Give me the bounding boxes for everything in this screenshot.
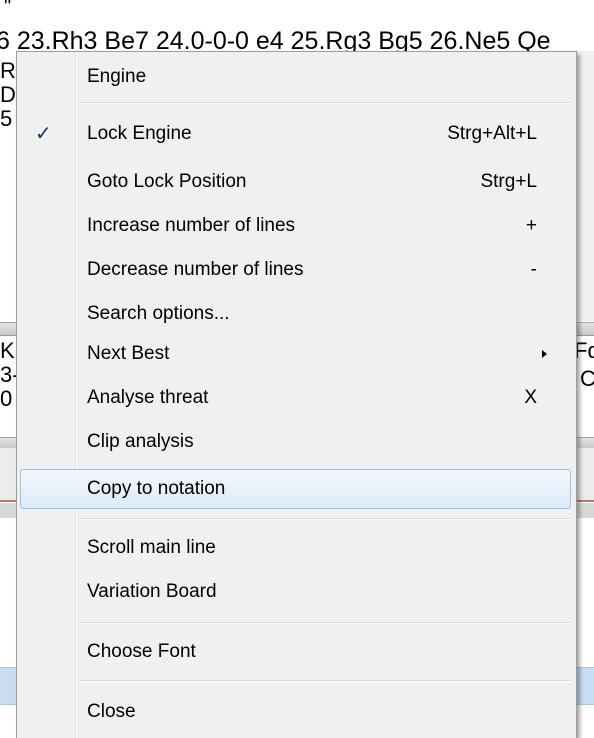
menu-item-copy-to-notation[interactable]: Copy to notation xyxy=(20,469,571,509)
menu-item-shortcut: Strg+L xyxy=(480,171,537,192)
menu-item-goto-lock-position[interactable]: Goto Lock Position Strg+L xyxy=(20,164,571,200)
menu-item-label: Analyse threat xyxy=(87,387,209,408)
menu-item-label: Lock Engine xyxy=(87,123,192,144)
menu-item-engine[interactable]: Engine xyxy=(20,59,571,95)
menu-separator xyxy=(79,102,571,103)
menu-item-shortcut: - xyxy=(530,259,537,280)
menu-item-label: Variation Board xyxy=(87,581,217,602)
menu-separator xyxy=(79,518,571,519)
menu-item-choose-font[interactable]: Choose Font xyxy=(20,634,571,670)
menu-separator xyxy=(79,680,571,681)
background-fragment: 5 xyxy=(0,106,13,131)
menu-item-clip-analysis[interactable]: Clip analysis xyxy=(20,424,571,460)
menu-item-analyse-threat[interactable]: Analyse threat X xyxy=(20,380,571,416)
menu-item-decrease-lines[interactable]: Decrease number of lines - xyxy=(20,252,571,288)
menu-item-close[interactable]: Close xyxy=(20,694,571,730)
menu-item-next-best[interactable]: Next Best xyxy=(20,336,571,372)
background-fragment: D xyxy=(0,82,16,107)
menu-item-label: Clip analysis xyxy=(87,431,194,452)
menu-item-shortcut: + xyxy=(525,215,537,236)
background-fragment: C xyxy=(580,366,594,391)
menu-item-shortcut: X xyxy=(524,387,537,408)
menu-item-shortcut: Strg+Alt+L xyxy=(447,123,537,144)
menu-item-label: Increase number of lines xyxy=(87,215,296,236)
menu-item-search-options[interactable]: Search options... xyxy=(20,296,571,332)
menu-item-variation-board[interactable]: Variation Board xyxy=(20,574,571,610)
background-quote-mark: " xyxy=(4,0,12,18)
menu-item-scroll-main-line[interactable]: Scroll main line xyxy=(20,530,571,566)
menu-item-label: Engine xyxy=(87,66,147,87)
menu-item-increase-lines[interactable]: Increase number of lines + xyxy=(20,208,571,244)
submenu-arrow-icon xyxy=(542,350,547,358)
menu-item-label: Choose Font xyxy=(87,641,196,662)
engine-context-menu: Engine ✓ Lock Engine Strg+Alt+L Goto Loc… xyxy=(16,51,577,738)
menu-separator xyxy=(79,622,571,623)
checkmark-icon: ✓ xyxy=(35,123,52,145)
background-fragment: R xyxy=(0,58,16,83)
menu-item-label: Search options... xyxy=(87,303,230,324)
menu-item-label: Close xyxy=(87,701,136,722)
menu-item-label: Next Best xyxy=(87,343,170,364)
menu-item-label: Copy to notation xyxy=(87,478,226,499)
menu-item-lock-engine[interactable]: ✓ Lock Engine Strg+Alt+L xyxy=(20,116,571,152)
menu-item-label: Scroll main line xyxy=(87,537,216,558)
background-fragment: Fd xyxy=(574,338,594,363)
background-fragment: K xyxy=(0,338,15,363)
menu-item-label: Decrease number of lines xyxy=(87,259,304,280)
menu-item-label: Goto Lock Position xyxy=(87,171,247,192)
background-fragment: 0 xyxy=(0,386,13,411)
